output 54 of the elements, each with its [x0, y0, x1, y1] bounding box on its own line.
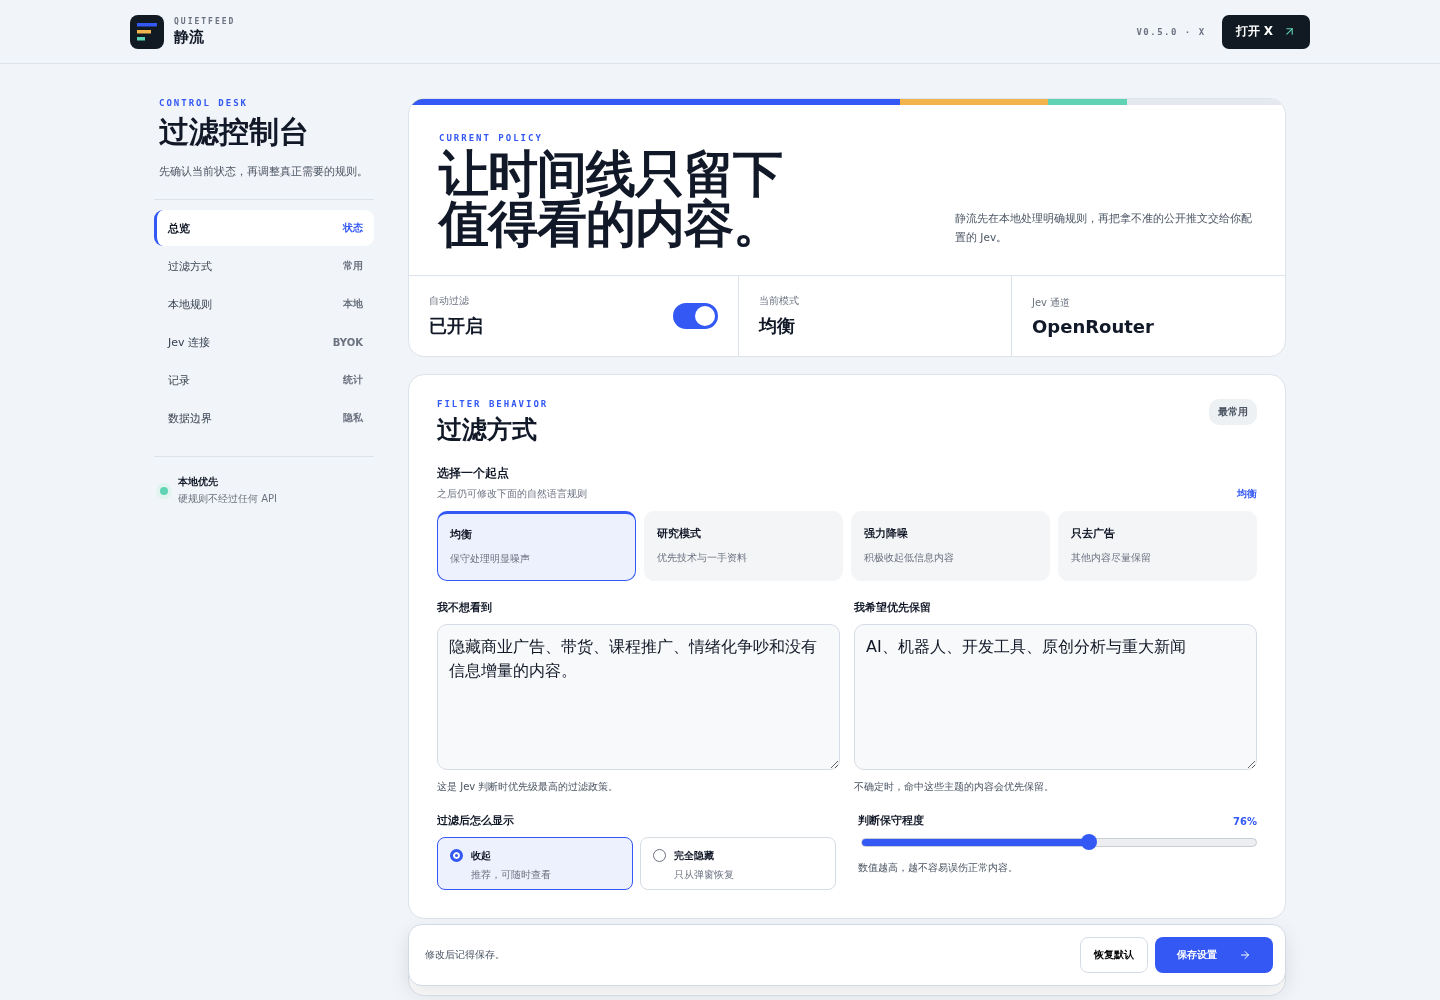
- sidebar-eyebrow: CONTROL DESK: [159, 98, 250, 108]
- display-option[interactable]: 收起 推荐，可随时查看: [437, 837, 633, 890]
- arrow-up-right-icon: [1283, 25, 1296, 38]
- current-preset: 均衡: [1237, 487, 1257, 501]
- sidebar-title: 过滤控制台: [159, 113, 310, 151]
- preset-card[interactable]: 均衡 保守处理明显噪声: [437, 511, 636, 581]
- sidebar-subtitle: 先确认当前状态，再调整真正需要的规则。: [159, 165, 369, 179]
- slider-label: 判断保守程度: [858, 814, 924, 828]
- slider-thumb[interactable]: [1080, 834, 1097, 850]
- sidebar-item[interactable]: 本地规则 本地: [154, 286, 374, 322]
- preset-subtitle: 之后仍可修改下面的自然语言规则: [437, 487, 587, 501]
- preset-card[interactable]: 强力降噪 积极收起低信息内容: [851, 511, 1050, 581]
- sidebar-item[interactable]: 过滤方式 常用: [154, 248, 374, 284]
- preset-card[interactable]: 只去广告 其他内容尽量保留: [1058, 511, 1257, 581]
- slider-reading: 76%: [1233, 815, 1257, 827]
- policy-title: 让时间线只留下 值得看的内容。: [439, 149, 782, 249]
- popular-badge: 最常用: [1209, 399, 1257, 425]
- rule-label: 我不想看到: [437, 601, 493, 615]
- version-label: V0.5.0 · X: [1136, 26, 1206, 37]
- sidebar-item[interactable]: 记录 统计: [154, 362, 374, 398]
- stat-label: 当前模式: [759, 294, 799, 308]
- rule-text-field[interactable]: 隐藏商业广告、带货、课程推广、情绪化争吵和没有信息增量的内容。: [437, 624, 840, 770]
- rule-label: 我希望优先保留: [854, 601, 932, 615]
- display-label: 过滤后怎么显示: [437, 814, 515, 828]
- logo-icon: [130, 14, 164, 49]
- stat-label: Jev 通道: [1032, 295, 1072, 310]
- preset-title: 选择一个起点: [437, 466, 510, 481]
- policy-eyebrow: CURRENT POLICY: [439, 133, 544, 143]
- save-note: 修改后记得保存。: [425, 948, 505, 962]
- sidebar-item[interactable]: 总览 状态: [154, 210, 374, 246]
- brand-name: 静流: [174, 27, 205, 47]
- stat-value: 均衡: [759, 314, 796, 338]
- auto-filter-toggle[interactable]: [673, 303, 718, 329]
- stat-value: OpenRouter: [1032, 315, 1154, 337]
- rule-text-field[interactable]: AI、机器人、开发工具、原创分析与重大新闻: [854, 624, 1257, 770]
- stat-value: 已开启: [429, 314, 483, 338]
- filter-title: 过滤方式: [437, 414, 538, 446]
- arrow-right-icon: [1239, 949, 1251, 961]
- preset-card[interactable]: 研究模式 优先技术与一手资料: [644, 511, 843, 581]
- sidebar-item[interactable]: 数据边界 隐私: [154, 400, 374, 436]
- sidebar-item[interactable]: Jev 连接 BYOK: [154, 324, 374, 360]
- save-button[interactable]: 保存设置: [1155, 937, 1273, 973]
- filter-eyebrow: FILTER BEHAVIOR: [437, 399, 549, 409]
- rule-hint: 这是 Jev 判断时优先级最高的过滤政策。: [437, 780, 620, 794]
- slider-hint: 数值越高，越不容易误伤正常内容。: [858, 861, 1019, 875]
- status-title: 本地优先: [178, 475, 219, 489]
- status-subtitle: 硬规则不经过任何 API: [178, 492, 277, 506]
- rule-hint: 不确定时，命中这些主题的内容会优先保留。: [854, 780, 1055, 794]
- policy-description: 静流先在本地处理明确规则，再把拿不准的公开推文交给你配置的 Jev。: [955, 211, 1253, 245]
- reset-button[interactable]: 恢复默认: [1080, 937, 1148, 973]
- display-option[interactable]: 完全隐藏 只从弹窗恢复: [640, 837, 836, 890]
- open-x-button[interactable]: 打开 X: [1221, 14, 1310, 49]
- stat-label: 自动过滤: [429, 294, 470, 308]
- brand-tagline: QUIETFEED: [174, 16, 236, 26]
